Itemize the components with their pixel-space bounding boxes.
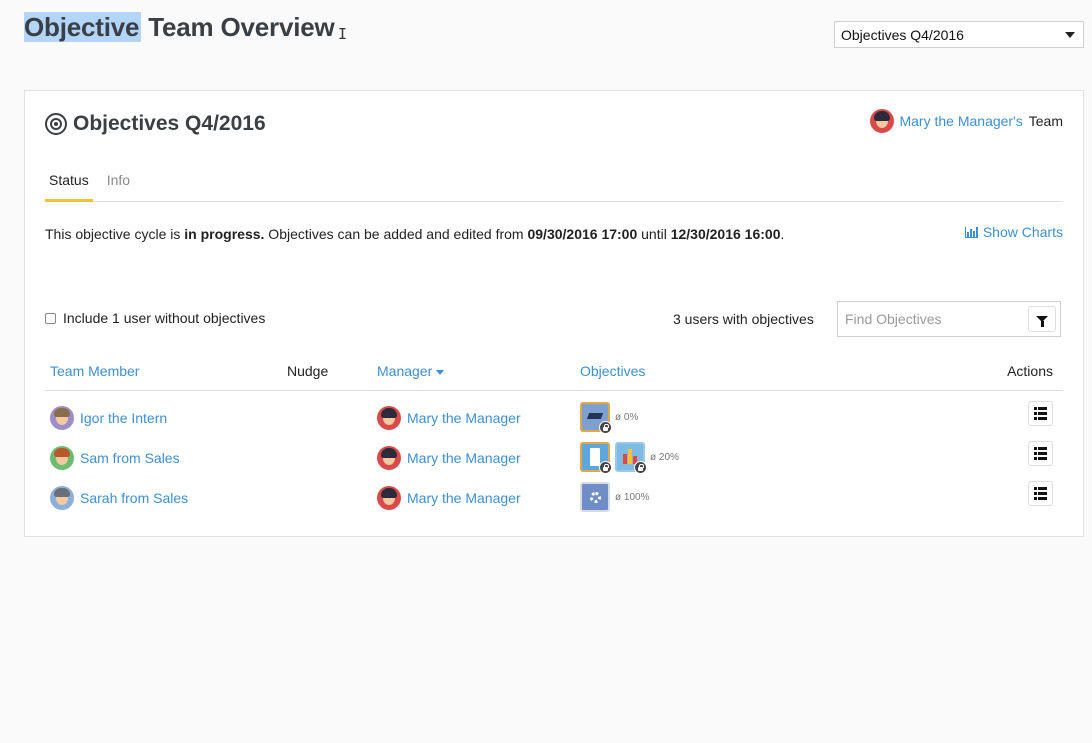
avatar — [377, 446, 401, 470]
tab-bar: Status Info — [45, 161, 1063, 202]
objective-cycle-select[interactable]: Objectives Q4/2016 — [834, 21, 1084, 48]
filter-button[interactable] — [1028, 306, 1056, 332]
cycle-status-text: This objective cycle is in progress. Obj… — [45, 226, 784, 242]
text-cursor-icon: I — [338, 25, 348, 43]
status-end-date: 12/30/2016 16:00 — [670, 226, 781, 242]
team-owner-suffix: Team — [1028, 113, 1063, 129]
find-objectives-input[interactable] — [845, 311, 1028, 327]
objectives-panel: Objectives Q4/2016 Mary the Manager's Te… — [24, 90, 1084, 537]
objective-gear-icon[interactable] — [580, 482, 610, 512]
bar-chart-icon — [964, 226, 978, 238]
list-icon[interactable] — [1028, 481, 1053, 506]
caret-down-icon — [436, 369, 445, 375]
objectives-cell: ø 20% — [580, 442, 679, 474]
team-owner: Mary the Manager's Team — [870, 109, 1063, 133]
objectives-cell: ø 100% — [580, 482, 649, 512]
include-users-label: Include 1 user without objectives — [63, 310, 266, 326]
status-state: in progress. — [184, 226, 265, 242]
table-row: Igor the Intern Mary the Manager ø 0% — [45, 396, 1063, 436]
column-manager-label: Manager — [377, 363, 433, 379]
manager-cell: Mary the Manager — [377, 446, 521, 470]
objective-chart-icon[interactable] — [615, 442, 647, 474]
objectives-average: ø 20% — [650, 451, 679, 463]
lock-icon — [634, 461, 647, 474]
page-title-selection: Objective — [24, 12, 142, 42]
page-title: Objective Team Overview — [24, 12, 335, 43]
column-team-member[interactable]: Team Member — [50, 363, 139, 379]
users-count: 3 users with objectives — [673, 311, 814, 327]
table-header: Team Member Nudge Manager Objectives Act… — [45, 359, 1063, 391]
include-users-option: Include 1 user without objectives — [45, 310, 265, 326]
member-link[interactable]: Sarah from Sales — [80, 490, 188, 506]
tab-info[interactable]: Info — [103, 161, 134, 202]
status-start-date: 09/30/2016 17:00 — [527, 226, 638, 242]
target-icon — [45, 113, 67, 135]
table-row: Sarah from Sales Mary the Manager ø 100% — [45, 476, 1063, 516]
objective-sales-icon[interactable] — [580, 442, 612, 474]
manager-link[interactable]: Mary the Manager — [407, 490, 521, 506]
objective-cycle-value: Objectives Q4/2016 — [841, 26, 964, 43]
member-cell: Sam from Sales — [50, 446, 180, 470]
tab-status[interactable]: Status — [45, 161, 93, 202]
panel-title: Objectives Q4/2016 — [45, 112, 266, 136]
manager-link[interactable]: Mary the Manager — [407, 410, 521, 426]
avatar — [377, 406, 401, 430]
status-middle: Objectives can be added and edited from — [264, 226, 528, 242]
status-until: until — [637, 226, 671, 242]
table-row: Sam from Sales Mary the Manager ø 20% — [45, 436, 1063, 476]
lock-icon — [599, 461, 612, 474]
show-charts-link[interactable]: Show Charts — [964, 224, 1063, 240]
search-box — [837, 301, 1061, 337]
manager-cell: Mary the Manager — [377, 486, 521, 510]
status-prefix: This objective cycle is — [45, 226, 185, 242]
panel-title-text: Objectives Q4/2016 — [73, 112, 266, 135]
member-link[interactable]: Igor the Intern — [80, 410, 167, 426]
member-cell: Igor the Intern — [50, 406, 167, 430]
member-cell: Sarah from Sales — [50, 486, 188, 510]
objectives-average: ø 0% — [615, 411, 639, 423]
avatar — [50, 446, 74, 470]
status-suffix: . — [780, 226, 785, 242]
show-charts-label: Show Charts — [982, 224, 1063, 240]
list-icon[interactable] — [1028, 441, 1053, 466]
avatar — [50, 486, 74, 510]
include-users-checkbox[interactable] — [45, 312, 56, 324]
column-actions: Actions — [1007, 363, 1053, 379]
avatar — [50, 406, 74, 430]
objective-graduation-icon[interactable] — [580, 402, 612, 434]
list-icon[interactable] — [1028, 401, 1053, 426]
chevron-down-icon — [1065, 31, 1075, 38]
objectives-cell: ø 0% — [580, 402, 639, 434]
manager-link[interactable]: Mary the Manager — [407, 450, 521, 466]
lock-icon — [599, 421, 612, 434]
team-owner-link[interactable]: Mary the Manager's — [899, 113, 1022, 129]
objectives-average: ø 100% — [615, 491, 650, 503]
member-link[interactable]: Sam from Sales — [80, 450, 180, 466]
column-objectives[interactable]: Objectives — [580, 363, 645, 379]
column-manager[interactable]: Manager — [377, 363, 445, 379]
page-title-rest: Team Overview — [141, 12, 335, 42]
manager-cell: Mary the Manager — [377, 406, 521, 430]
avatar — [377, 486, 401, 510]
column-nudge: Nudge — [287, 363, 329, 379]
filter-icon — [1036, 316, 1048, 327]
avatar — [870, 109, 895, 133]
